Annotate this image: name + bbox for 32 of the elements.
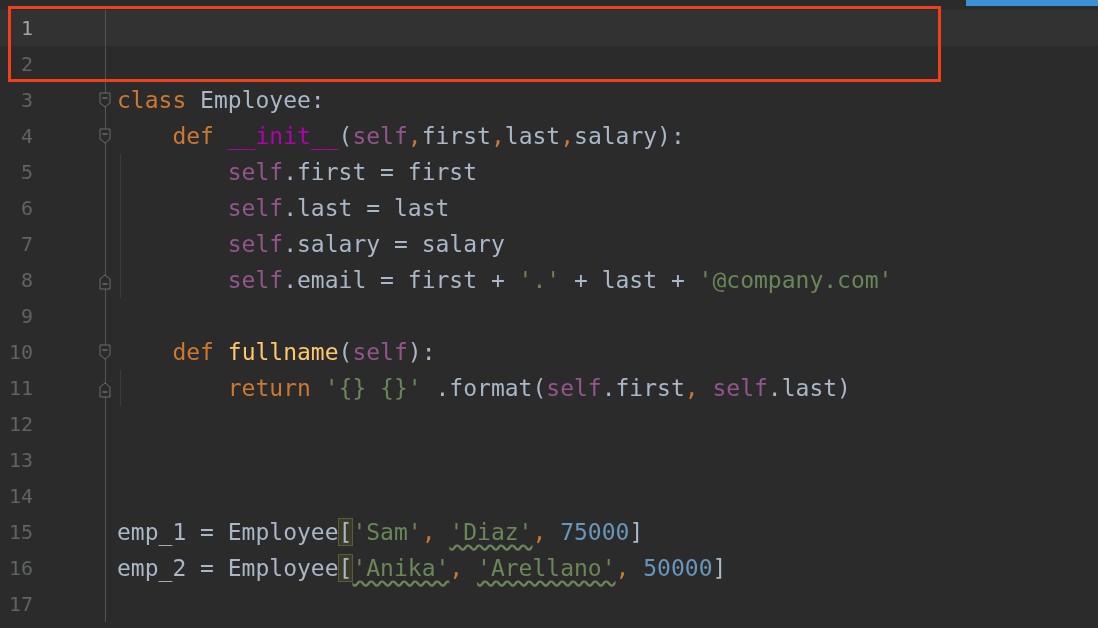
line-number: 12 [7, 411, 33, 438]
fold-marker-icon[interactable] [99, 274, 111, 290]
line-number: 14 [7, 483, 33, 510]
line-number: 1 [19, 15, 33, 42]
line-number: 3 [19, 87, 33, 114]
fold-marker-icon[interactable] [99, 92, 111, 108]
code-line: self.email = first + '.' + last + '@company.com' [117, 262, 893, 298]
code-line: self.first = first [117, 154, 478, 190]
code-line: return '{} {}' .format(self.first, self.last) [117, 370, 851, 406]
code-line: def fullname(self): [171, 338, 436, 367]
line-number: 16 [7, 555, 33, 582]
line-number: 2 [19, 51, 33, 78]
line-number: 17 [7, 591, 33, 618]
line-number: 15 [7, 519, 33, 546]
line-number: 10 [7, 339, 33, 366]
line-number: 13 [7, 447, 33, 474]
code-line: class Employee: [117, 86, 325, 115]
line-number: 11 [7, 375, 33, 402]
fold-marker-icon[interactable] [99, 344, 111, 360]
line-number: 6 [19, 195, 33, 222]
line-number: 7 [19, 231, 33, 258]
code-line: def __init__(self,first,last,salary): [171, 122, 685, 152]
code-line: emp_2 = Employee['Anika', 'Arellano', 50000] [117, 554, 727, 584]
code-line: emp_1 = Employee['Sam', 'Diaz', 75000] [117, 518, 644, 548]
line-number: 9 [19, 303, 33, 330]
code-line: self.last = last [117, 190, 450, 226]
line-number: 4 [19, 123, 33, 150]
fold-marker-icon[interactable] [99, 128, 111, 144]
fold-marker-icon[interactable] [99, 382, 111, 398]
line-number: 8 [19, 267, 33, 294]
code-line: self.salary = salary [117, 226, 505, 262]
line-number: 5 [19, 159, 33, 186]
